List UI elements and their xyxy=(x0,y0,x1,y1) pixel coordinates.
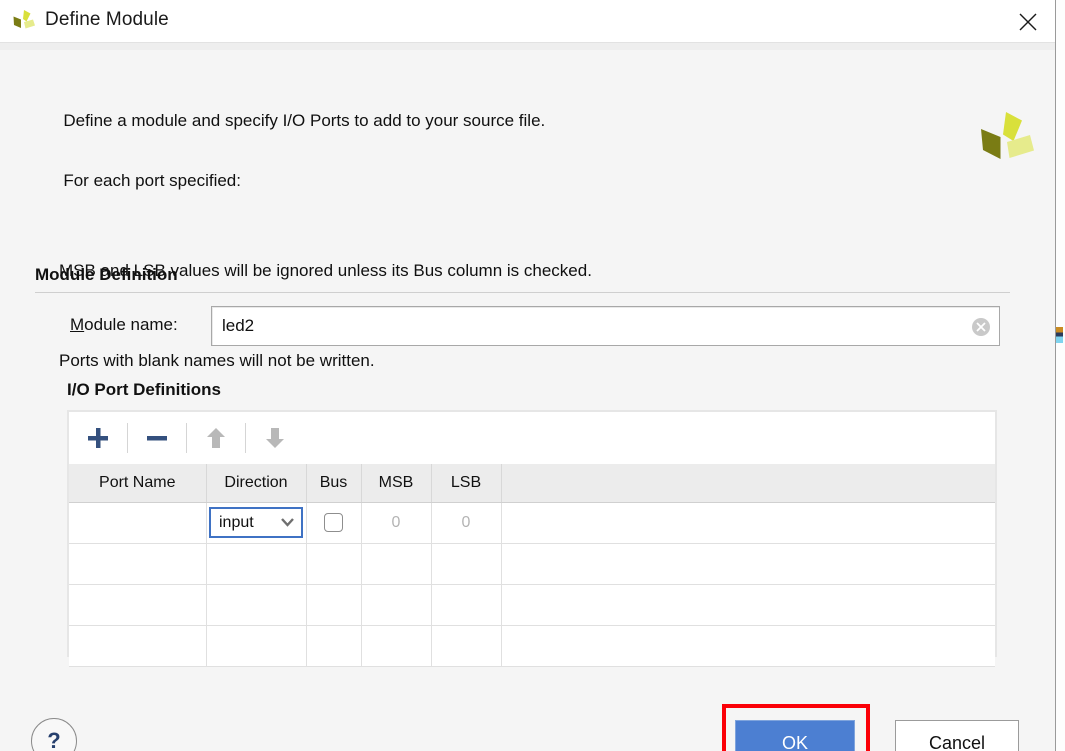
define-module-dialog: Define Module Define a module and specif… xyxy=(0,0,1056,751)
module-definition-heading: Module Definition xyxy=(35,265,178,284)
cell-msb[interactable] xyxy=(361,625,432,667)
cell-filler xyxy=(501,584,995,626)
table-row[interactable]: input 0 0 xyxy=(69,502,995,544)
column-header-lsb[interactable]: LSB xyxy=(431,464,502,503)
module-name-label-rest: odule name: xyxy=(84,315,178,334)
cell-lsb[interactable] xyxy=(431,584,502,626)
xilinx-logo-icon xyxy=(975,109,1037,171)
titlebar-separator xyxy=(0,43,1055,50)
cell-port-name[interactable] xyxy=(69,625,207,667)
module-name-label: Module name: xyxy=(70,315,178,335)
module-definition-divider xyxy=(35,292,1010,293)
cell-msb[interactable] xyxy=(361,584,432,626)
remove-port-button[interactable] xyxy=(128,412,186,464)
table-row[interactable] xyxy=(69,625,995,667)
module-name-value: led2 xyxy=(222,316,255,335)
cell-lsb[interactable]: 0 xyxy=(431,502,502,544)
cell-lsb[interactable] xyxy=(431,625,502,667)
table-row[interactable] xyxy=(69,584,995,626)
background-window-artifact xyxy=(1056,327,1063,343)
table-row[interactable] xyxy=(69,543,995,585)
dialog-body: Define a module and specify I/O Ports to… xyxy=(0,50,1055,751)
help-button[interactable]: ? xyxy=(31,718,77,751)
window-title: Define Module xyxy=(45,9,169,30)
ok-button[interactable]: OK xyxy=(735,720,855,751)
table-header-row: Port Name Direction Bus MSB LSB xyxy=(69,464,995,503)
add-port-button[interactable] xyxy=(69,412,127,464)
cell-msb[interactable] xyxy=(361,543,432,585)
bus-checkbox[interactable] xyxy=(324,513,343,532)
io-port-definitions-heading: I/O Port Definitions xyxy=(67,380,221,399)
direction-dropdown[interactable]: input xyxy=(209,507,303,538)
clear-circle-x-icon[interactable] xyxy=(971,317,991,337)
cell-filler xyxy=(501,543,995,585)
cell-port-name[interactable] xyxy=(69,543,207,585)
cell-msb[interactable]: 0 xyxy=(361,502,432,544)
xilinx-logo-icon xyxy=(11,9,37,33)
instructions-line-4: Ports with blank names will not be writt… xyxy=(59,351,375,370)
cell-filler xyxy=(501,625,995,667)
column-header-direction[interactable]: Direction xyxy=(206,464,307,503)
title-bar: Define Module xyxy=(0,0,1055,50)
column-header-msb[interactable]: MSB xyxy=(361,464,432,503)
cell-bus[interactable] xyxy=(306,625,362,667)
cell-direction[interactable] xyxy=(206,543,307,585)
cell-lsb[interactable] xyxy=(431,543,502,585)
direction-value: input xyxy=(219,513,254,531)
io-ports-table: Port Name Direction Bus MSB LSB input 0 … xyxy=(69,464,995,667)
module-name-mnemonic: M xyxy=(70,315,85,334)
instructions-line-1: Define a module and specify I/O Ports to… xyxy=(63,111,546,130)
move-down-button[interactable] xyxy=(246,412,304,464)
io-port-toolbar xyxy=(69,412,995,464)
column-header-port-name[interactable]: Port Name xyxy=(69,464,207,503)
cell-direction[interactable]: input xyxy=(206,502,307,544)
cell-bus[interactable] xyxy=(306,543,362,585)
cell-port-name[interactable] xyxy=(69,502,207,544)
desktop-background-strip xyxy=(1056,0,1065,751)
instructions-line-2: For each port specified: xyxy=(63,171,241,190)
move-up-button[interactable] xyxy=(187,412,245,464)
cell-bus[interactable] xyxy=(306,584,362,626)
cell-direction[interactable] xyxy=(206,584,307,626)
chevron-down-icon xyxy=(280,514,295,532)
cell-direction[interactable] xyxy=(206,625,307,667)
column-header-filler xyxy=(501,464,995,503)
cell-port-name[interactable] xyxy=(69,584,207,626)
close-icon[interactable] xyxy=(1001,0,1055,43)
io-port-definitions-panel: Port Name Direction Bus MSB LSB input 0 … xyxy=(67,410,997,667)
column-header-bus[interactable]: Bus xyxy=(306,464,362,503)
cancel-button[interactable]: Cancel xyxy=(895,720,1019,751)
cell-bus[interactable] xyxy=(306,502,362,544)
cell-filler xyxy=(501,502,995,544)
module-name-input[interactable]: led2 xyxy=(211,306,1000,346)
